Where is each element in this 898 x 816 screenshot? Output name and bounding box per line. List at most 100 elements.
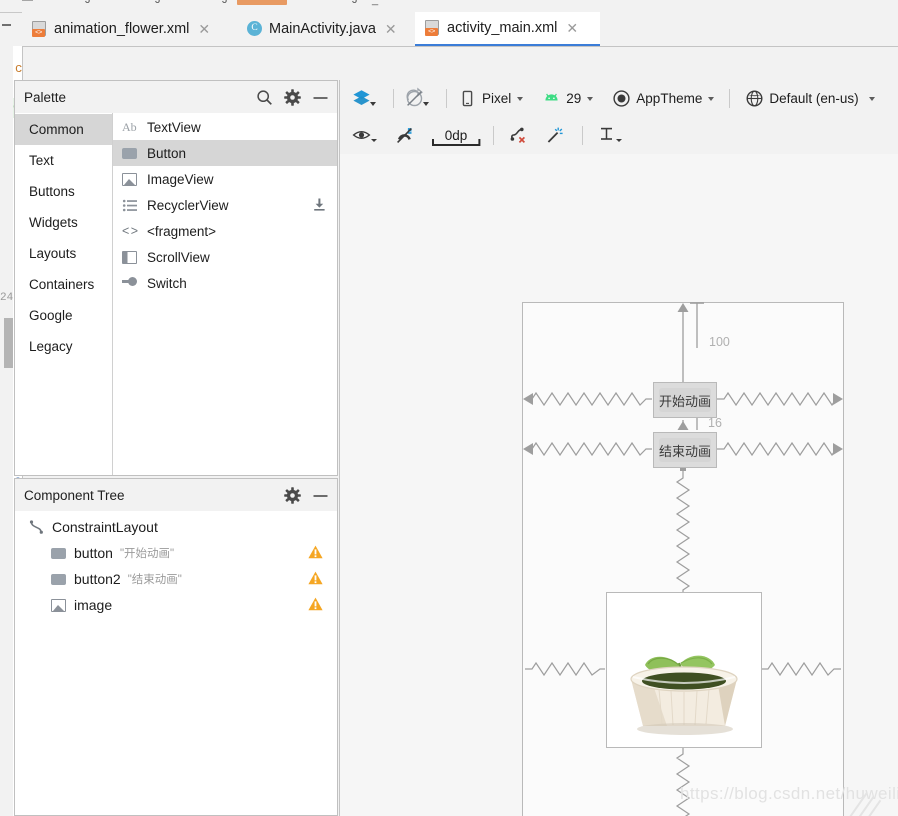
guideline-icon bbox=[597, 126, 616, 145]
palette-item-fragment[interactable]: < > <fragment> bbox=[113, 218, 337, 244]
chevron-down-icon bbox=[708, 96, 715, 101]
locale-selector[interactable]: Default (en-us) bbox=[740, 80, 879, 117]
constraintlayout-icon bbox=[29, 519, 46, 536]
design-surface: Pixel 29 AppTheme Default (en-us) 0dp 开始… bbox=[339, 80, 898, 816]
canvas-widget-label: 结束动画 bbox=[658, 443, 711, 459]
close-icon[interactable]: ✕ bbox=[566, 21, 578, 35]
palette-header: Palette bbox=[15, 81, 337, 114]
palette-category-containers[interactable]: Containers bbox=[15, 269, 112, 300]
palette-item-list: Ab TextView Button ImageView RecyclerVie… bbox=[113, 113, 337, 475]
minimize-icon[interactable] bbox=[312, 89, 329, 106]
palette-item-scrollview[interactable]: ScrollView bbox=[113, 244, 337, 270]
device-label: Pixel bbox=[482, 91, 512, 106]
palette-item-textview[interactable]: Ab TextView bbox=[113, 114, 337, 140]
canvas-widget-button[interactable]: 开始动画 bbox=[653, 382, 717, 418]
component-tree-header: Component Tree bbox=[15, 479, 337, 512]
tree-node-label: image bbox=[74, 597, 113, 613]
editor-scrollbar-thumb[interactable] bbox=[4, 318, 13, 368]
autoconnect-button[interactable] bbox=[390, 117, 424, 154]
breadcrumb-chip bbox=[237, 0, 287, 5]
breadcrumb-tick: J bbox=[352, 0, 358, 6]
recyclerview-icon bbox=[122, 197, 139, 214]
margin-value: 0dp bbox=[432, 125, 480, 146]
xml-file-icon bbox=[425, 20, 440, 36]
show-constraints-button[interactable] bbox=[340, 117, 387, 154]
eye-icon bbox=[352, 126, 371, 145]
layers-icon bbox=[352, 89, 371, 108]
tab-mainactivity-java[interactable]: C MainActivity.java ✕ bbox=[237, 12, 412, 46]
canvas-widget-label: 开始动画 bbox=[658, 393, 711, 409]
canvas-widget-image[interactable] bbox=[606, 592, 762, 748]
tab-label: MainActivity.java bbox=[269, 21, 376, 37]
clear-constraints-button[interactable] bbox=[503, 117, 537, 154]
chevron-down-icon bbox=[587, 96, 594, 101]
palette-category-google[interactable]: Google bbox=[15, 300, 112, 331]
magic-wand-icon bbox=[545, 126, 564, 145]
palette-item-label: ImageView bbox=[147, 171, 214, 187]
switch-icon bbox=[122, 277, 139, 294]
breadcrumb-tick: J bbox=[85, 0, 91, 6]
xml-file-icon bbox=[32, 21, 47, 37]
tree-node-label: ConstraintLayout bbox=[52, 519, 158, 535]
default-margin-button[interactable]: 0dp bbox=[427, 117, 485, 154]
layout-canvas[interactable]: 开始动画 结束动画 100 16 https://blog.csdn.net/h… bbox=[340, 154, 898, 816]
palette-item-recyclerview[interactable]: RecyclerView bbox=[113, 192, 337, 218]
palette-category-legacy[interactable]: Legacy bbox=[15, 331, 112, 362]
imageview-icon bbox=[51, 597, 68, 614]
orientation-button[interactable] bbox=[400, 80, 440, 117]
button-icon bbox=[122, 145, 139, 162]
chevron-down-icon bbox=[517, 96, 524, 101]
warning-icon[interactable] bbox=[308, 571, 323, 585]
minimize-icon[interactable] bbox=[312, 487, 329, 504]
api-selector[interactable]: 29 bbox=[537, 80, 598, 117]
warning-icon[interactable] bbox=[308, 597, 323, 611]
search-icon[interactable] bbox=[256, 89, 273, 106]
gear-icon[interactable] bbox=[284, 88, 301, 106]
palette-category-common[interactable]: Common bbox=[15, 114, 112, 145]
palette-category-text[interactable]: Text bbox=[15, 145, 112, 176]
warning-icon[interactable] bbox=[308, 545, 323, 559]
tree-node-value: "开始动画" bbox=[119, 548, 175, 560]
palette-category-layouts[interactable]: Layouts bbox=[15, 238, 112, 269]
margin-label-16: 16 bbox=[708, 416, 722, 430]
tab-activity-main-xml[interactable]: activity_main.xml ✕ bbox=[415, 12, 600, 46]
android-icon bbox=[542, 89, 561, 108]
breadcrumb-tick: — bbox=[22, 0, 33, 6]
palette-category-widgets[interactable]: Widgets bbox=[15, 207, 112, 238]
theme-icon bbox=[612, 89, 631, 108]
download-icon[interactable] bbox=[313, 198, 326, 211]
magnet-off-icon bbox=[395, 126, 414, 145]
gear-icon[interactable] bbox=[284, 486, 301, 504]
infer-constraints-button[interactable] bbox=[540, 117, 574, 154]
guidelines-button[interactable] bbox=[592, 117, 632, 154]
tree-node-button[interactable]: button "开始动画" bbox=[15, 540, 337, 566]
device-frame[interactable]: 开始动画 结束动画 100 16 bbox=[522, 302, 844, 816]
tree-node-button2[interactable]: button2 "结束动画" bbox=[15, 566, 337, 592]
palette-item-switch[interactable]: Switch bbox=[113, 270, 337, 296]
breadcrumb-tick: J bbox=[222, 0, 228, 6]
palette-item-label: TextView bbox=[147, 119, 201, 135]
phone-icon bbox=[458, 89, 477, 108]
design-toolbar-secondary: 0dp bbox=[340, 117, 898, 155]
tab-animation-flower-xml[interactable]: animation_flower.xml ✕ bbox=[22, 12, 229, 46]
canvas-widget-button2[interactable]: 结束动画 bbox=[653, 432, 717, 468]
editor-token: c bbox=[15, 62, 23, 76]
tree-node-image[interactable]: image bbox=[15, 592, 337, 618]
editor-tabbar: animation_flower.xml ✕ C MainActivity.ja… bbox=[22, 12, 898, 47]
tree-node-constraintlayout[interactable]: ConstraintLayout bbox=[15, 514, 337, 540]
editor-scrollbar[interactable] bbox=[4, 46, 13, 816]
close-icon[interactable]: ✕ bbox=[198, 22, 210, 36]
theme-selector[interactable]: AppTheme bbox=[607, 80, 719, 117]
component-tree-list: ConstraintLayout button "开始动画" button2 "… bbox=[15, 511, 337, 815]
close-icon[interactable]: ✕ bbox=[385, 22, 397, 36]
palette-category-buttons[interactable]: Buttons bbox=[15, 176, 112, 207]
component-tree-title: Component Tree bbox=[24, 487, 125, 503]
scrollview-icon bbox=[122, 249, 139, 266]
palette-item-button[interactable]: Button bbox=[113, 140, 337, 166]
palette-item-imageview[interactable]: ImageView bbox=[113, 166, 337, 192]
collapse-dash bbox=[2, 24, 11, 26]
tab-label: animation_flower.xml bbox=[54, 21, 190, 37]
design-mode-button[interactable] bbox=[340, 80, 387, 117]
palette-panel: Palette Common Text Buttons Widgets Layo… bbox=[14, 80, 338, 476]
device-selector[interactable]: Pixel bbox=[453, 80, 528, 117]
